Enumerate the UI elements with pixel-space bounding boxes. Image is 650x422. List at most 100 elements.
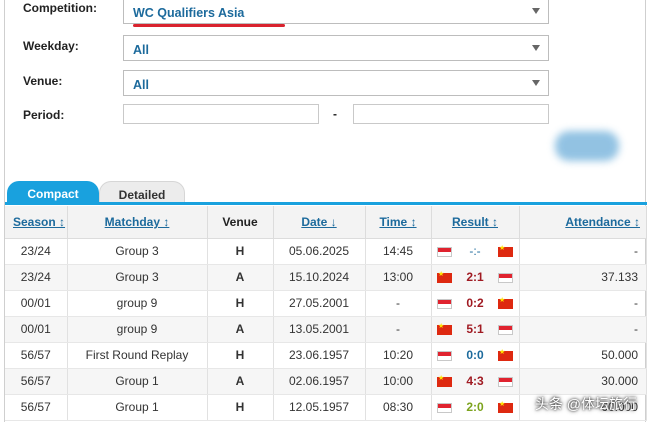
- china-flag-icon: [498, 244, 513, 257]
- time-cell: 10:00: [365, 368, 432, 395]
- china-flag-icon: [498, 296, 513, 309]
- time-cell: 14:45: [365, 238, 432, 265]
- competition-label: Competition:: [23, 1, 97, 15]
- col-attendance[interactable]: Attendance ↕: [519, 206, 647, 239]
- weekday-value: All: [133, 43, 149, 57]
- competition-row: Competition: WC Qualifiers Asia: [23, 0, 583, 27]
- date-cell: 23.06.1957: [273, 342, 366, 369]
- col-result[interactable]: Result ↕: [431, 206, 520, 239]
- chevron-down-icon: [532, 45, 540, 51]
- date-cell: 13.05.2001: [273, 316, 366, 343]
- col-season[interactable]: Season ↕: [5, 206, 68, 239]
- match-score[interactable]: -:-: [452, 244, 498, 258]
- attendance-cell: -: [519, 238, 647, 265]
- match-score[interactable]: 5:1: [452, 322, 498, 336]
- watermark: 头条 @体坛旅行: [534, 396, 637, 412]
- season-cell[interactable]: 56/57: [5, 394, 68, 421]
- match-score[interactable]: 0:2: [452, 296, 498, 310]
- result-cell: 0:2: [431, 290, 520, 317]
- period-end-input[interactable]: [353, 104, 549, 124]
- matches-table: Season ↕ Matchday ↕ Venue Date ↓ Time ↕ …: [5, 206, 647, 421]
- period-separator: -: [333, 107, 337, 121]
- match-score[interactable]: 4:3: [452, 374, 498, 388]
- season-cell[interactable]: 00/01: [5, 290, 68, 317]
- venue-cell: H: [207, 290, 274, 317]
- result-cell: 2:0: [431, 394, 520, 421]
- season-cell[interactable]: 23/24: [5, 238, 68, 265]
- chevron-down-icon: [532, 8, 540, 14]
- china-flag-icon: [437, 270, 452, 283]
- weekday-select[interactable]: All: [123, 35, 549, 61]
- time-cell: 10:20: [365, 342, 432, 369]
- table-row[interactable]: 56/57Group 1A02.06.195710:00 4:3 30.000: [5, 368, 647, 395]
- weekday-row: Weekday: All: [23, 35, 583, 61]
- tab-underline: [5, 202, 647, 205]
- col-date[interactable]: Date ↓: [273, 206, 366, 239]
- attendance-cell: -: [519, 316, 647, 343]
- indonesia-flag-icon: [498, 324, 513, 335]
- table-header-row: Season ↕ Matchday ↕ Venue Date ↓ Time ↕ …: [5, 206, 647, 239]
- table-row[interactable]: 00/01group 9H27.05.2001-0:2-: [5, 290, 647, 317]
- venue-cell: A: [207, 316, 274, 343]
- col-matchday[interactable]: Matchday ↕: [67, 206, 208, 239]
- date-cell: 15.10.2024: [273, 264, 366, 291]
- venue-select[interactable]: All: [123, 70, 549, 96]
- date-cell: 05.06.2025: [273, 238, 366, 265]
- matchday-cell[interactable]: Group 1: [67, 394, 208, 421]
- matchday-cell[interactable]: group 9: [67, 290, 208, 317]
- indonesia-flag-icon: [498, 376, 513, 387]
- result-cell: 4:3: [431, 368, 520, 395]
- chevron-down-icon: [532, 80, 540, 86]
- season-cell[interactable]: 00/01: [5, 316, 68, 343]
- attendance-cell: -: [519, 290, 647, 317]
- competition-value: WC Qualifiers Asia: [133, 6, 245, 20]
- venue-cell: A: [207, 264, 274, 291]
- table-row[interactable]: 23/24Group 3H05.06.202514:45 -:- -: [5, 238, 647, 265]
- matchday-cell[interactable]: Group 3: [67, 264, 208, 291]
- indonesia-flag-icon: [437, 402, 452, 413]
- venue-row: Venue: All: [23, 70, 583, 96]
- highlight-underline: [133, 24, 285, 27]
- matchday-cell[interactable]: group 9: [67, 316, 208, 343]
- indonesia-flag-icon: [437, 350, 452, 361]
- result-cell: -:-: [431, 238, 520, 265]
- table-row[interactable]: 56/57 First Round Replay H 23.06.1957 10:20 0…: [5, 342, 647, 369]
- date-cell: 27.05.2001: [273, 290, 366, 317]
- venue-value: All: [133, 78, 149, 92]
- match-score[interactable]: 2:0: [452, 400, 498, 414]
- period-row: Period: -: [23, 104, 583, 130]
- attendance-cell: 50.000: [519, 342, 647, 369]
- date-cell: 12.05.1957: [273, 394, 366, 421]
- time-cell: -: [365, 290, 432, 317]
- period-label: Period:: [23, 108, 65, 122]
- result-cell: 0:0: [431, 342, 520, 369]
- match-score[interactable]: 0:0: [452, 348, 498, 362]
- china-flag-icon: [437, 374, 452, 387]
- venue-label: Venue:: [23, 74, 63, 88]
- match-score[interactable]: 2:1: [452, 270, 498, 284]
- indonesia-flag-icon: [498, 272, 513, 283]
- col-time[interactable]: Time ↕: [365, 206, 432, 239]
- season-cell[interactable]: 23/24: [5, 264, 68, 291]
- table-row[interactable]: 23/24Group 3A15.10.202413:00 2:1 37.133: [5, 264, 647, 291]
- matchday-cell[interactable]: Group 1: [67, 368, 208, 395]
- indonesia-flag-icon: [437, 246, 452, 257]
- col-venue: Venue: [207, 206, 274, 239]
- period-start-input[interactable]: [123, 104, 319, 124]
- indonesia-flag-icon: [437, 298, 452, 309]
- venue-cell: H: [207, 238, 274, 265]
- time-cell: -: [365, 316, 432, 343]
- season-cell[interactable]: 56/57: [5, 342, 68, 369]
- china-flag-icon: [498, 348, 513, 361]
- competition-select[interactable]: WC Qualifiers Asia: [123, 0, 549, 24]
- result-cell: 2:1: [431, 264, 520, 291]
- table-row[interactable]: 00/01group 9A13.05.2001-5:1-: [5, 316, 647, 343]
- china-flag-icon: [437, 322, 452, 335]
- attendance-cell: 37.133: [519, 264, 647, 291]
- season-cell[interactable]: 56/57: [5, 368, 68, 395]
- date-cell: 02.06.1957: [273, 368, 366, 395]
- show-button[interactable]: [555, 131, 619, 161]
- china-flag-icon: [498, 400, 513, 413]
- matchday-cell[interactable]: First Round Replay: [67, 342, 208, 369]
- matchday-cell[interactable]: Group 3: [67, 238, 208, 265]
